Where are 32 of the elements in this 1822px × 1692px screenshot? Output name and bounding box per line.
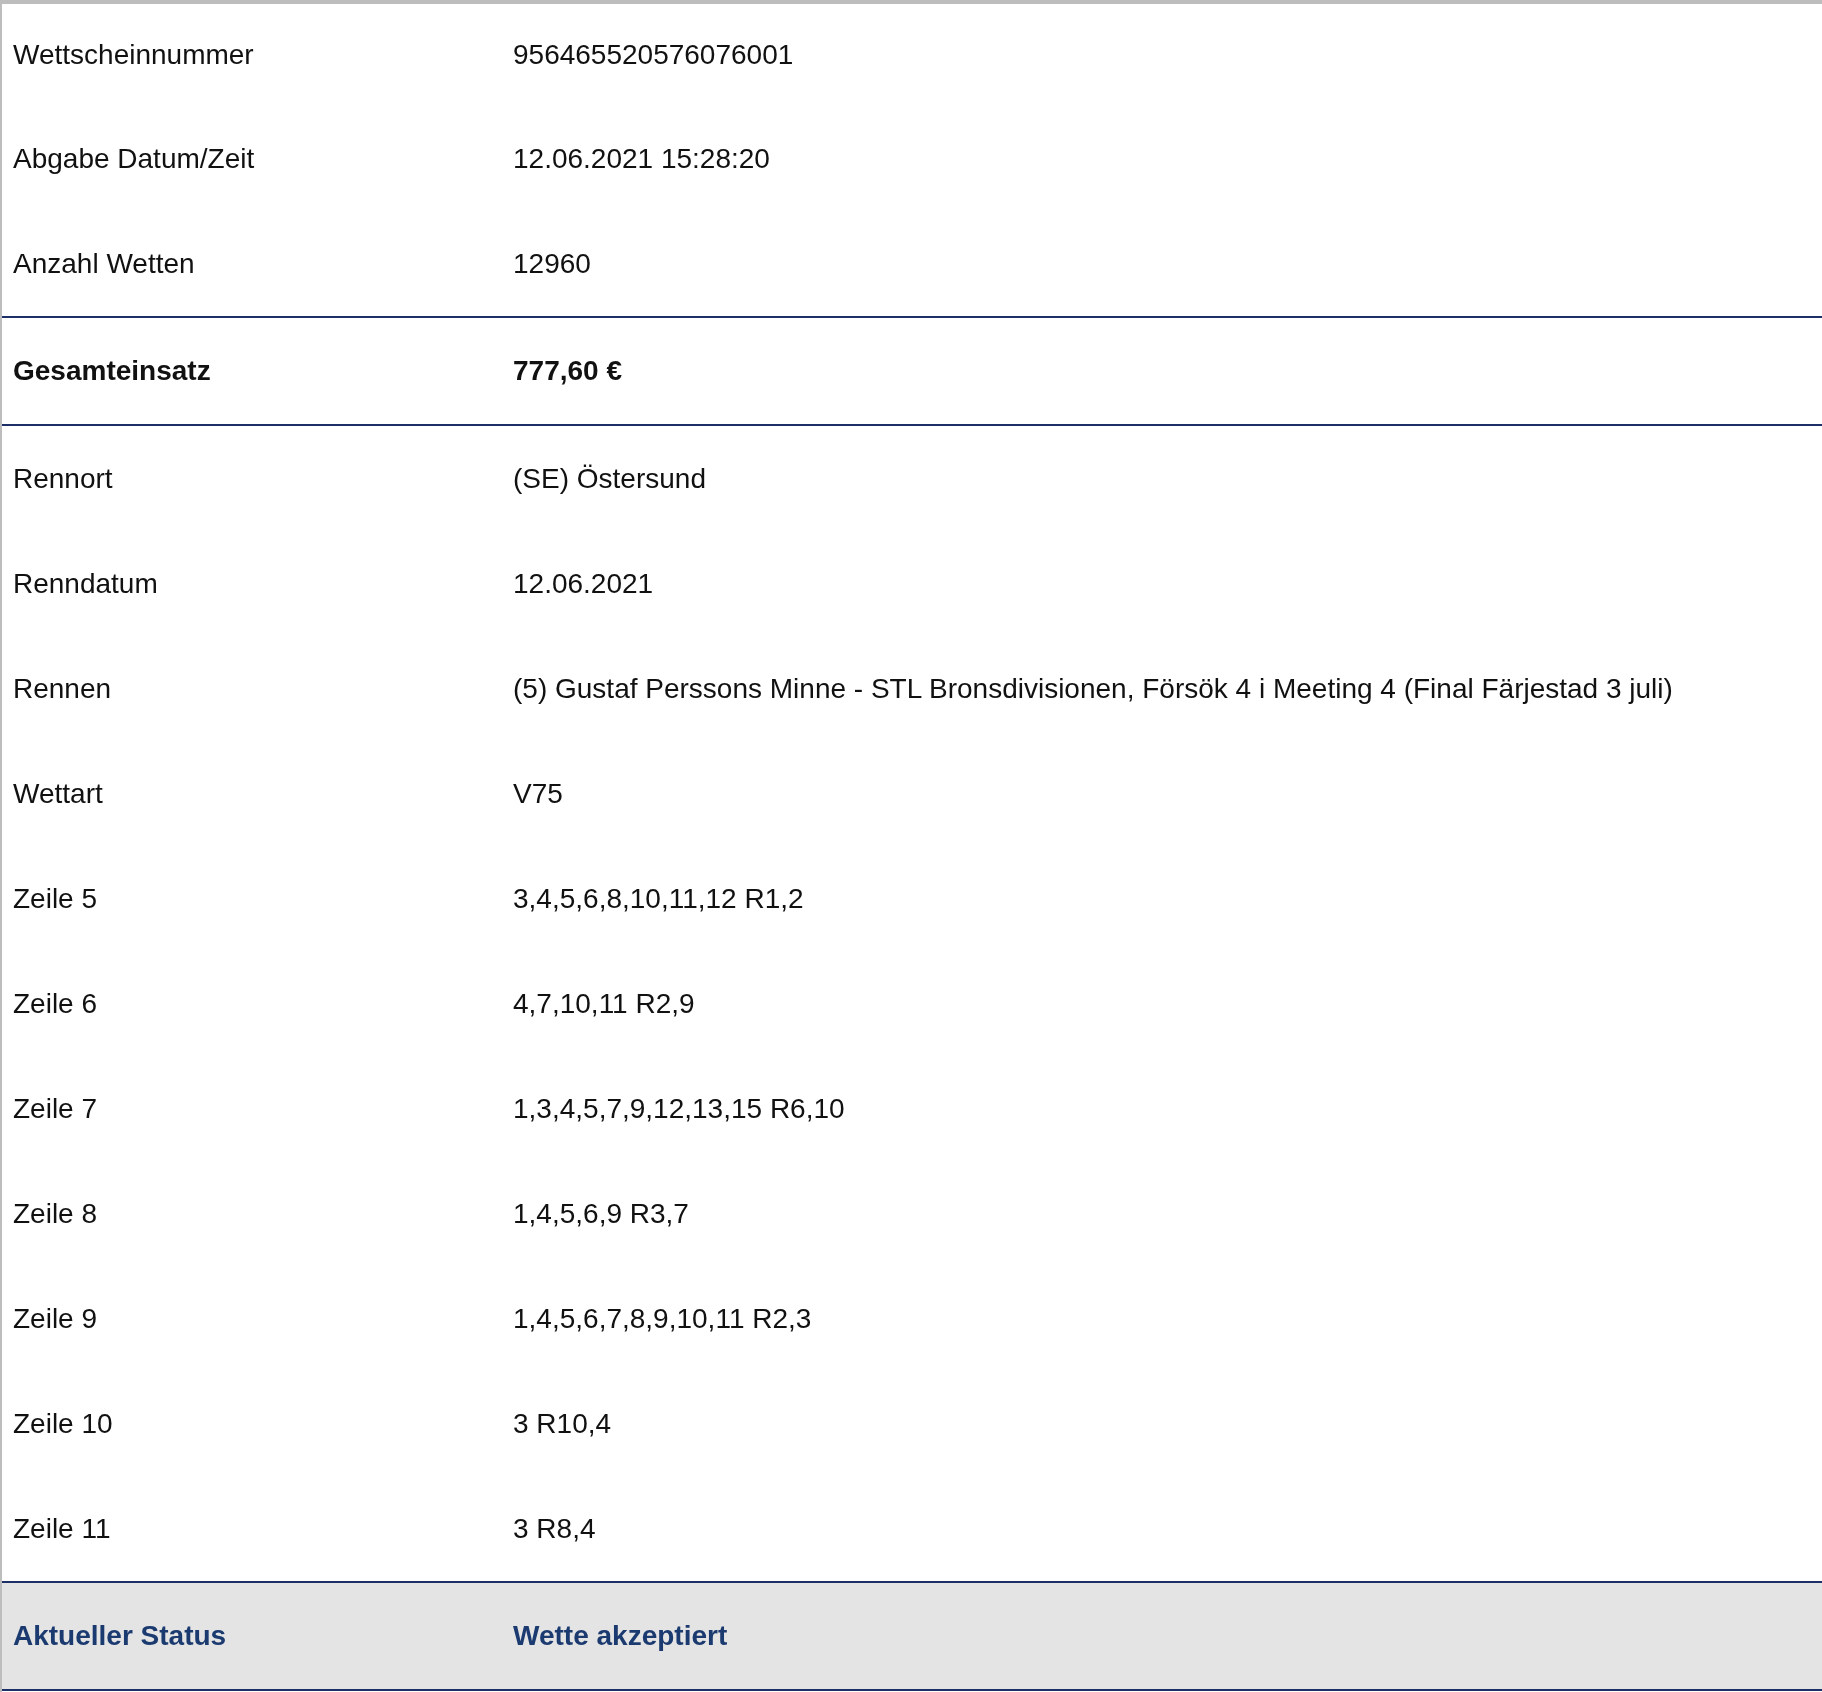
row-value: 12960 bbox=[512, 247, 592, 280]
row-value: 3 R8,4 bbox=[512, 1512, 597, 1545]
row-value: 1,3,4,5,7,9,12,13,15 R6,10 bbox=[512, 1092, 846, 1125]
row-value: 3,4,5,6,8,10,11,12 R1,2 bbox=[512, 882, 805, 915]
row-value: 777,60 € bbox=[512, 355, 623, 387]
row-value: Wette akzeptiert bbox=[512, 1620, 729, 1652]
row-label: Zeile 10 bbox=[12, 1407, 114, 1440]
row-label: Wettscheinnummer bbox=[12, 39, 255, 71]
row-label: Wettart bbox=[12, 777, 104, 810]
row-value: 12.06.2021 bbox=[512, 567, 655, 600]
row-value: 1,4,5,6,7,8,9,10,11 R2,3 bbox=[512, 1302, 813, 1335]
row-value: 4,7,10,11 R2,9 bbox=[512, 987, 696, 1020]
row-label: Zeile 5 bbox=[12, 882, 99, 915]
row-label: Zeile 8 bbox=[12, 1197, 99, 1230]
row-label: Zeile 6 bbox=[12, 987, 99, 1020]
row-label: Rennen bbox=[12, 672, 113, 705]
row-value: 3 R10,4 bbox=[512, 1407, 613, 1440]
row-value: 956465520576076001 bbox=[512, 39, 795, 71]
row-label: Zeile 7 bbox=[12, 1092, 99, 1125]
row-label: Zeile 9 bbox=[12, 1302, 99, 1335]
row-value: (SE) Östersund bbox=[512, 462, 707, 495]
row-label: Aktueller Status bbox=[12, 1620, 228, 1652]
row-value: 12.06.2021 15:28:20 bbox=[512, 142, 771, 175]
row-label: Abgabe Datum/Zeit bbox=[12, 142, 256, 175]
row-label: Zeile 11 bbox=[12, 1512, 112, 1545]
row-value: (5) Gustaf Perssons Minne - STL Bronsdivisionen, Försök 4 i Meeting 4 (Final Färjestad 3 juli) bbox=[512, 672, 1674, 705]
row-label: Gesamteinsatz bbox=[12, 355, 212, 387]
row-value: V75 bbox=[512, 777, 564, 810]
row-label: Rennort bbox=[12, 462, 114, 495]
row-value: 1,4,5,6,9 R3,7 bbox=[512, 1197, 690, 1230]
row-label: Renndatum bbox=[12, 567, 159, 600]
row-label: Anzahl Wetten bbox=[12, 247, 196, 280]
